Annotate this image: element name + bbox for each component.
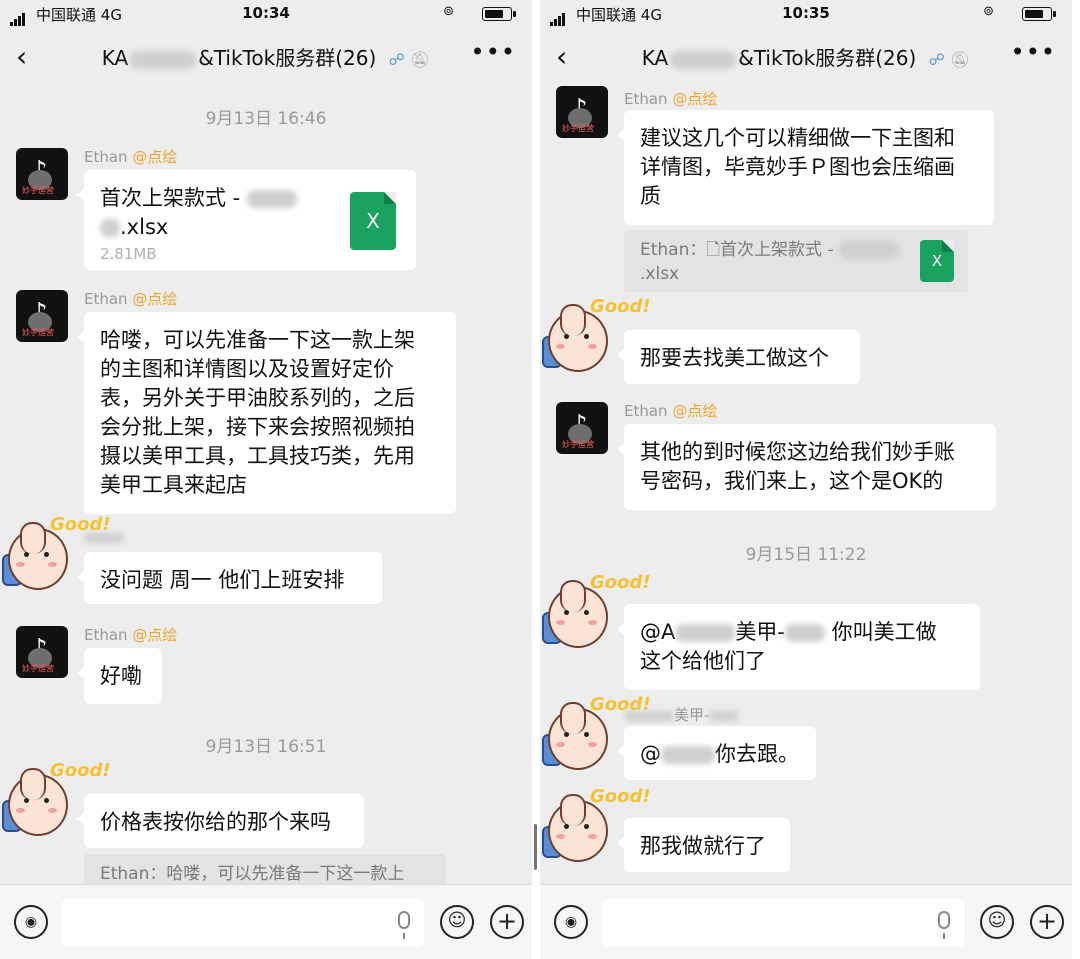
sender-name: Ethan @点绘: [84, 148, 178, 166]
sender-name: Ethan @点绘: [84, 290, 178, 308]
voice-input-icon[interactable]: ◉: [14, 905, 48, 939]
microphone-icon[interactable]: [398, 911, 410, 939]
excel-file-icon: X: [350, 192, 396, 250]
thumbs-up-sticker-avatar[interactable]: Good!: [542, 572, 651, 652]
thumbs-up-sticker-avatar[interactable]: Good!: [2, 514, 111, 594]
mute-icon: 🔕︎: [949, 50, 971, 69]
avatar[interactable]: ♪妙手运营: [556, 86, 608, 138]
group-chat-icon: ☍: [388, 50, 405, 69]
file-bubble[interactable]: 首次上架款式 - .xlsx 2.81MB X: [77, 170, 416, 270]
quoted-message[interactable]: Ethan：哈喽，可以先准备一下这一款上: [84, 854, 446, 885]
document-icon: 🗋︎: [706, 240, 721, 260]
avatar[interactable]: ♪妙手运营: [556, 402, 608, 454]
text-bubble[interactable]: 那要去找美工做这个: [617, 330, 860, 384]
message-list[interactable]: ♪妙手运营 Ethan @点绘 建议这几个可以精细做一下主图和 详情图，毕竟妙手…: [540, 80, 1072, 885]
plus-icon[interactable]: +: [490, 905, 524, 939]
battery-icon: [1022, 7, 1056, 21]
message-input[interactable]: [602, 899, 964, 947]
voice-input-icon[interactable]: ◉: [554, 905, 588, 939]
excel-file-icon: X: [920, 240, 954, 282]
text-bubble[interactable]: 建议这几个可以精细做一下主图和 详情图，毕竟妙手Ｐ图也会压缩画 质: [617, 110, 994, 225]
rotation-lock-icon: ⊚: [983, 4, 994, 19]
chat-title: KA &TikTok服务群(26) ☍ 🔕︎: [101, 46, 431, 70]
text-bubble[interactable]: 没问题 周一 他们上班安排: [77, 552, 382, 604]
timestamp: 9月13日 16:46: [205, 109, 327, 129]
more-options-button[interactable]: •••: [1011, 38, 1056, 66]
message-file: ♪妙手运营 Ethan @点绘 首次上架款式 - .xlsx 2.81MB X: [0, 148, 532, 270]
battery-icon: [482, 7, 516, 21]
timestamp: 9月13日 16:51: [205, 737, 327, 757]
text-bubble[interactable]: @ 你去跟。: [617, 726, 816, 780]
status-bar: 中国联通 4G 10:35 ⊚: [540, 0, 1072, 28]
sender-name: Ethan @点绘: [624, 90, 718, 108]
right-chat-screen: 中国联通 4G 10:35 ⊚ ‹ KA &TikTok服务群(26) ☍ 🔕︎ …: [540, 0, 1072, 959]
quoted-file[interactable]: Ethan：🗋︎首次上架款式 - .xlsx X: [624, 230, 968, 292]
text-bubble[interactable]: 好嘞: [77, 648, 162, 704]
avatar[interactable]: ♪妙手运营: [16, 290, 68, 342]
thumbs-up-sticker-avatar[interactable]: Good!: [542, 694, 651, 774]
text-bubble[interactable]: 价格表按你给的那个来吗: [77, 794, 364, 848]
scrollbar[interactable]: [534, 824, 537, 870]
sender-name: Ethan @点绘: [84, 626, 178, 644]
plus-icon[interactable]: +: [1030, 905, 1064, 939]
emoji-icon[interactable]: ☺: [980, 905, 1014, 939]
text-bubble[interactable]: 那我做就行了: [617, 818, 790, 872]
text-bubble[interactable]: @A 美甲- 你叫美工做 这个给他们了: [617, 604, 980, 690]
redacted-name: [130, 50, 197, 69]
input-bar: ◉ ☺ +: [0, 884, 532, 959]
emoji-icon[interactable]: ☺: [440, 905, 474, 939]
thumbs-up-sticker-avatar[interactable]: Good!: [2, 760, 111, 840]
rotation-lock-icon: ⊚: [443, 4, 454, 19]
avatar[interactable]: ♪妙手运营: [16, 148, 68, 200]
text-bubble[interactable]: 其他的到时候您这边给我们妙手账 号密码，我们来上，这个是OK的: [617, 424, 996, 510]
thumbs-up-sticker-avatar[interactable]: Good!: [542, 296, 651, 376]
mute-icon: 🔕︎: [409, 50, 431, 69]
redacted-sender: [84, 528, 124, 543]
sender-name: 美甲-: [624, 704, 740, 725]
timestamp: 9月15日 11:22: [745, 545, 867, 565]
chat-title: KA &TikTok服务群(26) ☍ 🔕︎: [641, 46, 971, 70]
message-list[interactable]: 9月13日 16:46 ♪妙手运营 Ethan @点绘 首次上架款式 - .xl…: [0, 80, 532, 885]
thumbs-up-sticker-avatar[interactable]: Good!: [542, 786, 651, 866]
text-bubble[interactable]: 哈喽，可以先准备一下这一款上架 的主图和详情图以及设置好定价 表，另外关于甲油胶…: [77, 312, 456, 514]
more-options-button[interactable]: •••: [471, 38, 516, 66]
input-bar: ◉ ☺ +: [540, 884, 1072, 959]
chat-header: ‹ KA &TikTok服务群(26) ☍ 🔕︎ •••: [540, 30, 1072, 80]
redacted-name: [670, 50, 737, 69]
status-bar: 中国联通 4G 10:34 ⊚: [0, 0, 532, 28]
message-input[interactable]: [62, 899, 424, 947]
left-chat-screen: 中国联通 4G 10:34 ⊚ ‹ KA &TikTok服务群(26) ☍ 🔕︎ …: [0, 0, 532, 959]
sender-name: Ethan @点绘: [624, 402, 718, 420]
group-chat-icon: ☍: [928, 50, 945, 69]
microphone-icon[interactable]: [938, 911, 950, 939]
chat-header: ‹ KA &TikTok服务群(26) ☍ 🔕︎ •••: [0, 30, 532, 80]
avatar[interactable]: ♪妙手运营: [16, 626, 68, 678]
